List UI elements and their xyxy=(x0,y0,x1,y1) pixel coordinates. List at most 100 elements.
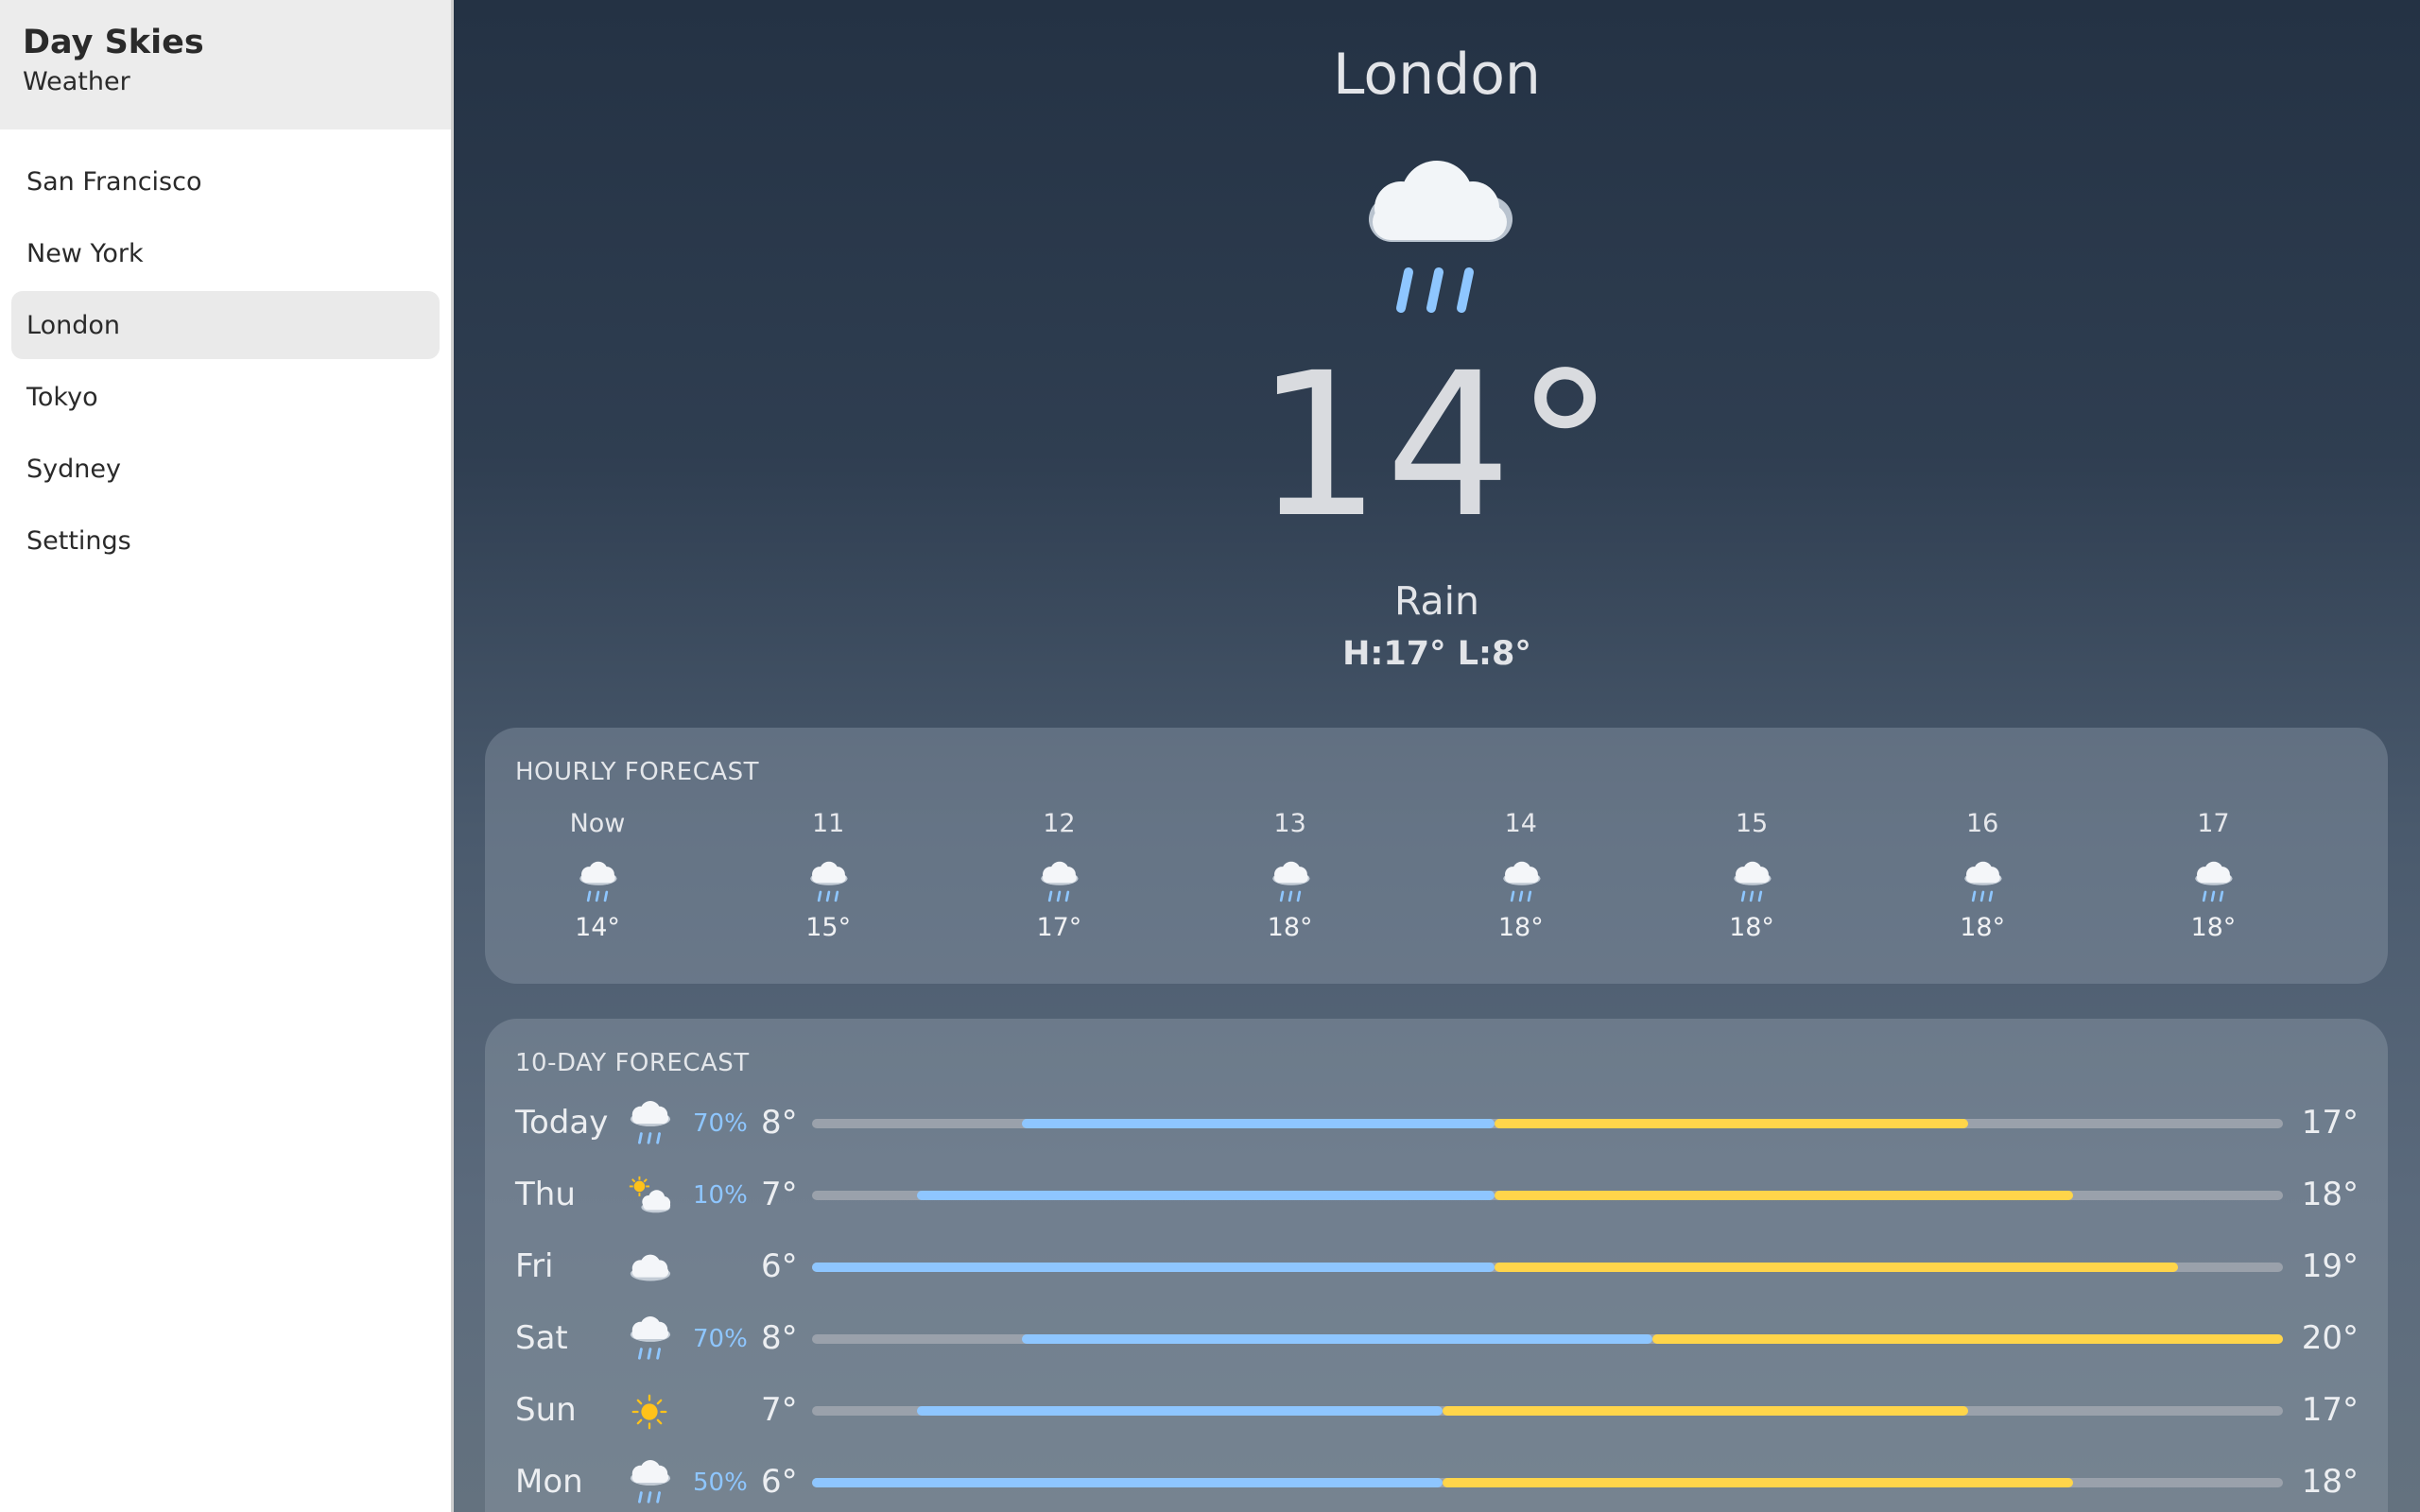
daily-high: 19° xyxy=(2301,1247,2359,1285)
daily-row: Today 70% 8° 17° xyxy=(515,1096,2359,1153)
city-name: London xyxy=(1333,42,1541,108)
daily-low: 7° xyxy=(761,1391,798,1429)
temperature-range-cold xyxy=(812,1263,1495,1272)
high-low-temperature: H:17° L:8° xyxy=(1342,635,1531,673)
rain-icon xyxy=(1035,860,1082,907)
sidebar-item-settings[interactable]: Settings xyxy=(11,507,440,575)
daily-day: Mon xyxy=(515,1463,583,1501)
rain-icon xyxy=(1959,860,2006,907)
daily-high: 17° xyxy=(2301,1391,2359,1429)
daily-day: Fri xyxy=(515,1247,554,1285)
daily-high: 17° xyxy=(2301,1104,2359,1142)
rain-icon xyxy=(804,860,852,907)
sidebar-item-london[interactable]: London xyxy=(11,291,440,359)
temperature-range-cold xyxy=(917,1406,1443,1416)
hourly-temp: 18° xyxy=(1960,913,2006,942)
temperature-range-warm xyxy=(1442,1478,2073,1487)
current-temperature: 14° xyxy=(1254,330,1619,561)
hourly-forecast-title: HOURLY FORECAST xyxy=(515,758,760,786)
daily-low: 8° xyxy=(761,1104,798,1142)
current-condition: Rain xyxy=(1393,578,1480,624)
hourly-item: 14 18° xyxy=(1445,807,1597,942)
daily-high: 18° xyxy=(2301,1463,2359,1501)
hourly-item: 17 18° xyxy=(2137,807,2289,942)
daily-low: 7° xyxy=(761,1176,798,1213)
rain-icon xyxy=(1728,860,1775,907)
hourly-temp: 14° xyxy=(575,913,620,942)
hourly-temp: 17° xyxy=(1036,913,1082,942)
temperature-range-warm xyxy=(1495,1119,1968,1128)
sidebar-header: Day Skies Weather xyxy=(0,0,451,129)
sidebar-item-new-york[interactable]: New York xyxy=(11,219,440,287)
daily-row: Fri 6° 19° xyxy=(515,1240,2359,1297)
hourly-temp: 18° xyxy=(1267,913,1313,942)
precip-chance: 10% xyxy=(693,1181,748,1210)
hourly-time: 17 xyxy=(2197,809,2230,838)
hourly-time: 13 xyxy=(1273,809,1306,838)
cloud-icon xyxy=(627,1240,672,1297)
hourly-item: Now 14° xyxy=(522,807,673,942)
hourly-item: 15 18° xyxy=(1676,807,1827,942)
precip-chance: 70% xyxy=(693,1109,748,1138)
hourly-forecast-card: HOURLY FORECAST Now 14° 11 15° 12 17° 13 18° 14 1… xyxy=(485,728,2388,984)
sidebar: Day Skies Weather San Francisco New York… xyxy=(0,0,454,1512)
precip-chance: 70% xyxy=(693,1325,748,1353)
hourly-temp: 18° xyxy=(2190,913,2237,942)
daily-row: Sun 7° 17° xyxy=(515,1383,2359,1440)
temperature-range-warm xyxy=(1652,1334,2283,1344)
hourly-temp: 15° xyxy=(805,913,852,942)
rain-icon xyxy=(627,1096,672,1153)
rain-icon xyxy=(1369,161,1512,313)
hourly-item: 16 18° xyxy=(1907,807,2058,942)
temperature-range-cold xyxy=(1022,1334,1653,1344)
rain-icon xyxy=(1497,860,1545,907)
temperature-range-warm xyxy=(1495,1263,2178,1272)
sun-icon xyxy=(627,1383,672,1440)
precip-chance: 50% xyxy=(693,1469,748,1497)
hourly-item: 12 17° xyxy=(983,807,1134,942)
sidebar-item-san-francisco[interactable]: San Francisco xyxy=(11,147,440,215)
temperature-range-cold xyxy=(812,1478,1443,1487)
hourly-time: 12 xyxy=(1043,809,1076,838)
temperature-range-warm xyxy=(1442,1406,1968,1416)
main-panel: London 14° Rain H:17° L:8° HOURLY FORECA… xyxy=(454,0,2420,1512)
daily-high: 18° xyxy=(2301,1176,2359,1213)
rain-icon xyxy=(627,1312,672,1368)
hourly-time: 14 xyxy=(1504,809,1537,838)
temperature-range-track xyxy=(812,1191,2283,1200)
temperature-range-cold xyxy=(1022,1119,1495,1128)
app-subtitle: Weather xyxy=(23,67,130,96)
daily-row: Sat 70% 8° 20° xyxy=(515,1312,2359,1368)
sidebar-item-tokyo[interactable]: Tokyo xyxy=(11,363,440,431)
app-title: Day Skies xyxy=(23,24,204,61)
temperature-range-track xyxy=(812,1406,2283,1416)
temperature-range-track xyxy=(812,1119,2283,1128)
daily-day: Sat xyxy=(515,1319,568,1357)
daily-forecast-card: 10-DAY FORECAST Today 70% 8° 17° Thu 10% 7° 18°… xyxy=(485,1019,2388,1512)
sidebar-item-sydney[interactable]: Sydney xyxy=(11,435,440,503)
hourly-time: Now xyxy=(569,809,626,838)
rain-icon xyxy=(574,860,621,907)
temperature-range-cold xyxy=(917,1191,1495,1200)
daily-row: Mon 50% 6° 18° xyxy=(515,1455,2359,1512)
temperature-range-track xyxy=(812,1263,2283,1272)
hourly-item: 13 18° xyxy=(1215,807,1366,942)
rain-icon xyxy=(627,1455,672,1512)
daily-day: Thu xyxy=(515,1176,576,1213)
temperature-range-warm xyxy=(1495,1191,2073,1200)
daily-low: 8° xyxy=(761,1319,798,1357)
daily-low: 6° xyxy=(761,1463,798,1501)
hourly-temp: 18° xyxy=(1497,913,1544,942)
sidebar-nav: San Francisco New York London Tokyo Sydn… xyxy=(0,129,451,575)
daily-day: Sun xyxy=(515,1391,577,1429)
daily-high: 20° xyxy=(2301,1319,2359,1357)
daily-day: Today xyxy=(515,1104,609,1142)
hourly-temp: 18° xyxy=(1729,913,1774,942)
temperature-range-track xyxy=(812,1334,2283,1344)
daily-low: 6° xyxy=(761,1247,798,1285)
partly-cloudy-icon xyxy=(627,1168,672,1225)
hourly-time: 11 xyxy=(812,809,845,838)
rain-icon xyxy=(2189,860,2237,907)
hourly-time: 16 xyxy=(1966,809,1999,838)
rain-icon xyxy=(1267,860,1314,907)
